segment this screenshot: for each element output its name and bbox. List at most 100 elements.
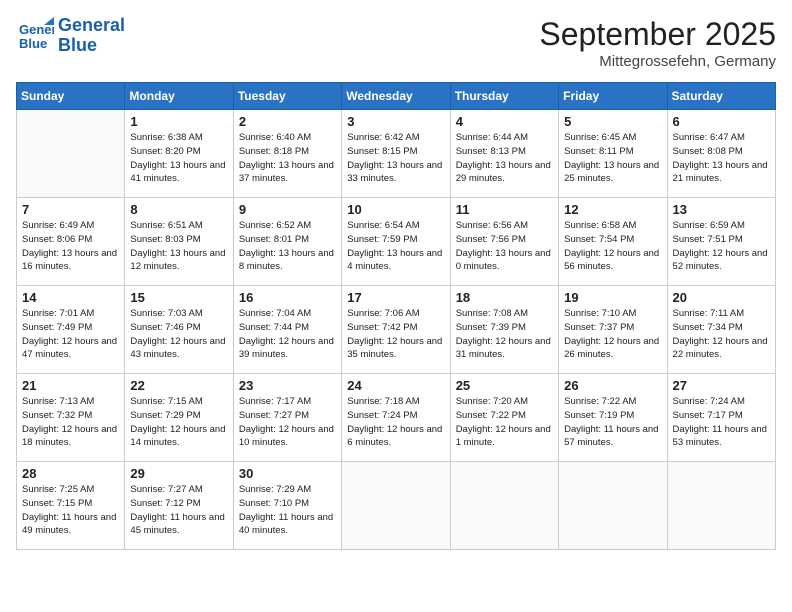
day-number: 5	[564, 114, 661, 129]
day-number: 4	[456, 114, 553, 129]
calendar-cell: 20 Sunrise: 7:11 AM Sunset: 7:34 PM Dayli…	[667, 286, 775, 374]
day-info: Sunrise: 7:10 AM Sunset: 7:37 PM Dayligh…	[564, 307, 661, 362]
calendar-cell: 24 Sunrise: 7:18 AM Sunset: 7:24 PM Dayli…	[342, 374, 450, 462]
day-info: Sunrise: 7:11 AM Sunset: 7:34 PM Dayligh…	[673, 307, 770, 362]
logo-text: General Blue	[58, 16, 125, 56]
calendar-cell	[342, 462, 450, 550]
day-info: Sunrise: 7:24 AM Sunset: 7:17 PM Dayligh…	[673, 395, 770, 450]
day-number: 28	[22, 466, 119, 481]
day-info: Sunrise: 6:59 AM Sunset: 7:51 PM Dayligh…	[673, 219, 770, 274]
calendar-cell: 4Sunrise: 6:44 AM Sunset: 8:13 PM Daylig…	[450, 110, 558, 198]
day-number: 9	[239, 202, 336, 217]
day-number: 23	[239, 378, 336, 393]
day-number: 6	[673, 114, 770, 129]
day-info: Sunrise: 6:56 AM Sunset: 7:56 PM Dayligh…	[456, 219, 553, 274]
day-info: Sunrise: 6:49 AM Sunset: 8:06 PM Dayligh…	[22, 219, 119, 274]
day-number: 29	[130, 466, 227, 481]
day-number: 27	[673, 378, 770, 393]
calendar-cell: 18Sunrise: 7:08 AM Sunset: 7:39 PM Dayli…	[450, 286, 558, 374]
day-number: 2	[239, 114, 336, 129]
day-number: 19	[564, 290, 661, 305]
day-info: Sunrise: 7:13 AM Sunset: 7:32 PM Dayligh…	[22, 395, 119, 450]
calendar-cell: 16 Sunrise: 7:04 AM Sunset: 7:44 PM Dayli…	[233, 286, 341, 374]
calendar-cell: 8Sunrise: 6:51 AM Sunset: 8:03 PM Daylig…	[125, 198, 233, 286]
day-info: Sunrise: 7:20 AM Sunset: 7:22 PM Dayligh…	[456, 395, 553, 450]
calendar-table: SundayMondayTuesdayWednesdayThursdayFrid…	[16, 82, 776, 550]
day-info: Sunrise: 6:40 AM Sunset: 8:18 PM Dayligh…	[239, 131, 336, 186]
day-number: 22	[130, 378, 227, 393]
calendar-cell: 1Sunrise: 6:38 AM Sunset: 8:20 PM Daylig…	[125, 110, 233, 198]
day-info: Sunrise: 7:06 AM Sunset: 7:42 PM Dayligh…	[347, 307, 444, 362]
logo: General Blue General Blue	[16, 16, 125, 56]
calendar-cell: 2 Sunrise: 6:40 AM Sunset: 8:18 PM Daylig…	[233, 110, 341, 198]
calendar-cell: 23Sunrise: 7:17 AM Sunset: 7:27 PM Dayli…	[233, 374, 341, 462]
calendar-cell: 28Sunrise: 7:25 AM Sunset: 7:15 PM Dayli…	[17, 462, 125, 550]
day-number: 10	[347, 202, 444, 217]
day-number: 7	[22, 202, 119, 217]
day-info: Sunrise: 7:15 AM Sunset: 7:29 PM Dayligh…	[130, 395, 227, 450]
calendar-cell: 19 Sunrise: 7:10 AM Sunset: 7:37 PM Dayli…	[559, 286, 667, 374]
logo-line1: General	[58, 16, 125, 36]
day-info: Sunrise: 6:47 AM Sunset: 8:08 PM Dayligh…	[673, 131, 770, 186]
day-info: Sunrise: 6:52 AM Sunset: 8:01 PM Dayligh…	[239, 219, 336, 274]
weekday-header-wednesday: Wednesday	[342, 83, 450, 110]
day-number: 12	[564, 202, 661, 217]
calendar-cell: 5 Sunrise: 6:45 AM Sunset: 8:11 PM Daylig…	[559, 110, 667, 198]
calendar-cell: 17 Sunrise: 7:06 AM Sunset: 7:42 PM Dayli…	[342, 286, 450, 374]
day-number: 13	[673, 202, 770, 217]
calendar-cell: 13 Sunrise: 6:59 AM Sunset: 7:51 PM Dayli…	[667, 198, 775, 286]
day-info: Sunrise: 7:01 AM Sunset: 7:49 PM Dayligh…	[22, 307, 119, 362]
weekday-header-friday: Friday	[559, 83, 667, 110]
day-number: 20	[673, 290, 770, 305]
calendar-cell: 21 Sunrise: 7:13 AM Sunset: 7:32 PM Dayli…	[17, 374, 125, 462]
week-row-4: 21 Sunrise: 7:13 AM Sunset: 7:32 PM Dayli…	[17, 374, 776, 462]
calendar-cell	[559, 462, 667, 550]
calendar-cell: 15 Sunrise: 7:03 AM Sunset: 7:46 PM Dayli…	[125, 286, 233, 374]
calendar-cell: 29Sunrise: 7:27 AM Sunset: 7:12 PM Dayli…	[125, 462, 233, 550]
week-row-5: 28Sunrise: 7:25 AM Sunset: 7:15 PM Dayli…	[17, 462, 776, 550]
calendar-cell: 10 Sunrise: 6:54 AM Sunset: 7:59 PM Dayli…	[342, 198, 450, 286]
calendar-cell: 6 Sunrise: 6:47 AM Sunset: 8:08 PM Daylig…	[667, 110, 775, 198]
weekday-header-monday: Monday	[125, 83, 233, 110]
title-block: September 2025 Mittegrossefehn, Germany	[539, 16, 776, 70]
day-info: Sunrise: 6:42 AM Sunset: 8:15 PM Dayligh…	[347, 131, 444, 186]
week-row-1: 1Sunrise: 6:38 AM Sunset: 8:20 PM Daylig…	[17, 110, 776, 198]
location: Mittegrossefehn, Germany	[539, 53, 776, 70]
calendar-cell: 30 Sunrise: 7:29 AM Sunset: 7:10 PM Dayli…	[233, 462, 341, 550]
calendar-cell: 14Sunrise: 7:01 AM Sunset: 7:49 PM Dayli…	[17, 286, 125, 374]
day-info: Sunrise: 6:45 AM Sunset: 8:11 PM Dayligh…	[564, 131, 661, 186]
day-number: 15	[130, 290, 227, 305]
calendar-cell: 9 Sunrise: 6:52 AM Sunset: 8:01 PM Daylig…	[233, 198, 341, 286]
day-number: 24	[347, 378, 444, 393]
calendar-cell: 3 Sunrise: 6:42 AM Sunset: 8:15 PM Daylig…	[342, 110, 450, 198]
day-number: 11	[456, 202, 553, 217]
logo-icon: General Blue	[16, 17, 54, 55]
day-number: 16	[239, 290, 336, 305]
month-title: September 2025	[539, 16, 776, 53]
day-info: Sunrise: 6:51 AM Sunset: 8:03 PM Dayligh…	[130, 219, 227, 274]
week-row-3: 14Sunrise: 7:01 AM Sunset: 7:49 PM Dayli…	[17, 286, 776, 374]
day-info: Sunrise: 6:38 AM Sunset: 8:20 PM Dayligh…	[130, 131, 227, 186]
day-number: 3	[347, 114, 444, 129]
day-number: 25	[456, 378, 553, 393]
day-number: 17	[347, 290, 444, 305]
day-info: Sunrise: 7:03 AM Sunset: 7:46 PM Dayligh…	[130, 307, 227, 362]
weekday-header-row: SundayMondayTuesdayWednesdayThursdayFrid…	[17, 83, 776, 110]
day-number: 21	[22, 378, 119, 393]
calendar-cell	[17, 110, 125, 198]
day-number: 18	[456, 290, 553, 305]
day-info: Sunrise: 6:58 AM Sunset: 7:54 PM Dayligh…	[564, 219, 661, 274]
weekday-header-thursday: Thursday	[450, 83, 558, 110]
day-info: Sunrise: 6:54 AM Sunset: 7:59 PM Dayligh…	[347, 219, 444, 274]
svg-text:Blue: Blue	[19, 36, 47, 51]
weekday-header-tuesday: Tuesday	[233, 83, 341, 110]
day-info: Sunrise: 7:18 AM Sunset: 7:24 PM Dayligh…	[347, 395, 444, 450]
weekday-header-saturday: Saturday	[667, 83, 775, 110]
calendar-cell: 11 Sunrise: 6:56 AM Sunset: 7:56 PM Dayli…	[450, 198, 558, 286]
day-info: Sunrise: 7:04 AM Sunset: 7:44 PM Dayligh…	[239, 307, 336, 362]
calendar-cell: 26Sunrise: 7:22 AM Sunset: 7:19 PM Dayli…	[559, 374, 667, 462]
day-number: 30	[239, 466, 336, 481]
calendar-cell: 27 Sunrise: 7:24 AM Sunset: 7:17 PM Dayli…	[667, 374, 775, 462]
day-info: Sunrise: 7:29 AM Sunset: 7:10 PM Dayligh…	[239, 483, 336, 538]
calendar-cell: 12 Sunrise: 6:58 AM Sunset: 7:54 PM Dayli…	[559, 198, 667, 286]
